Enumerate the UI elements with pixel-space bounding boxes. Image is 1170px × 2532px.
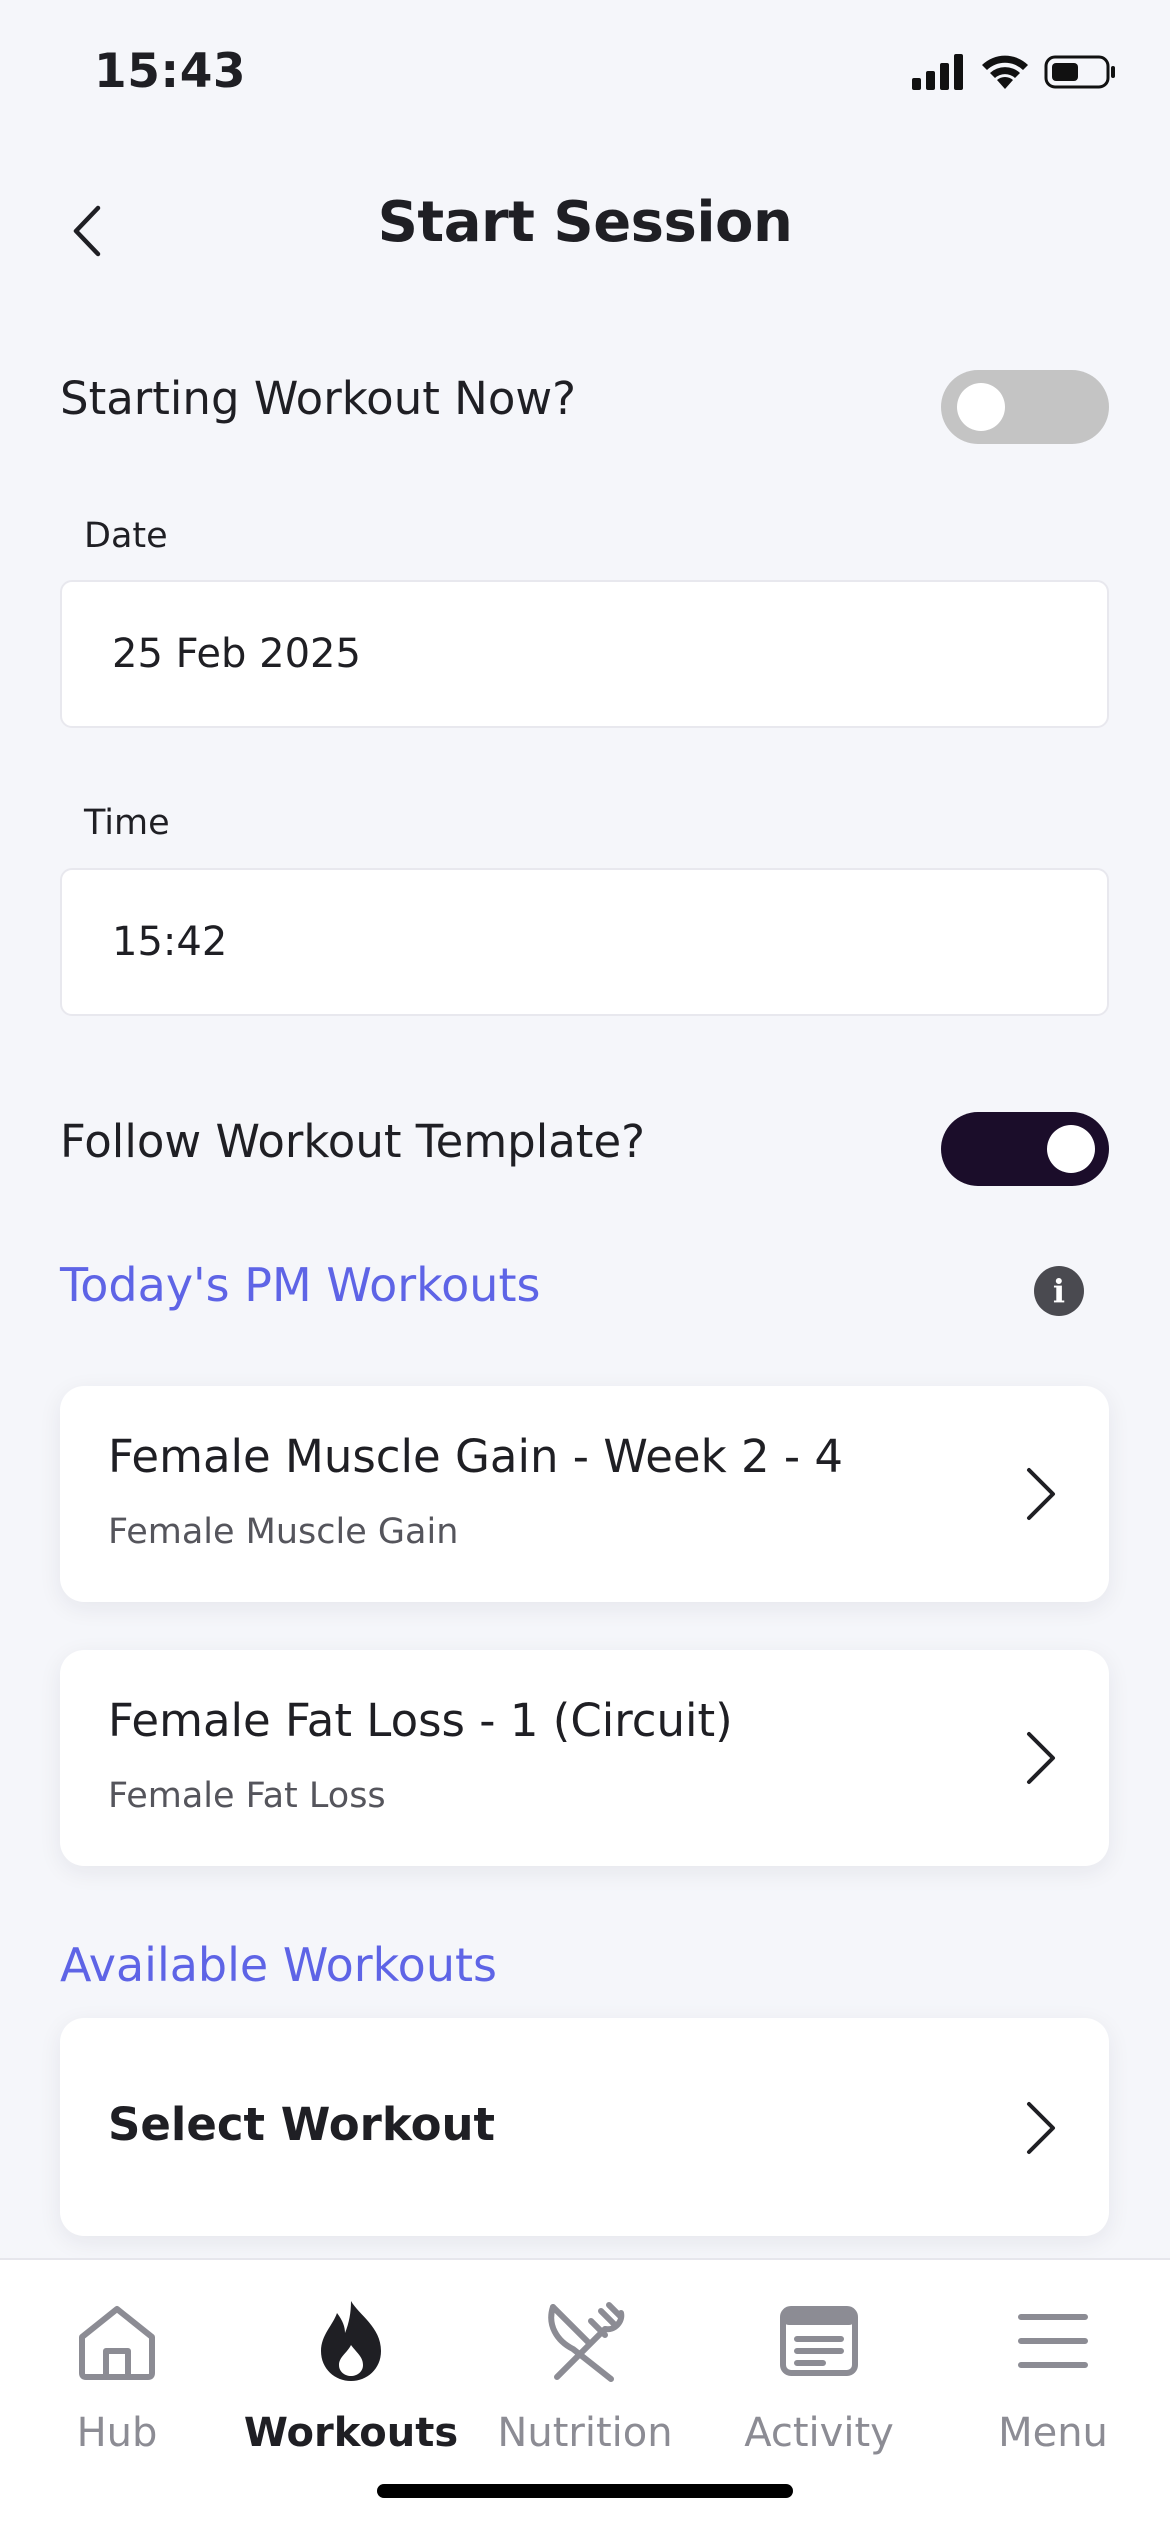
chevron-right-icon (1027, 1468, 1055, 1520)
time-label: Time (84, 803, 170, 843)
tab-workouts[interactable]: Workouts (234, 2260, 468, 2460)
available-workouts-title: Available Workouts (60, 1938, 497, 1992)
workout-card-subtitle: Female Fat Loss (108, 1776, 386, 1816)
flame-icon (306, 2296, 396, 2386)
date-value: 25 Feb 2025 (112, 631, 361, 677)
status-bar-icons (912, 52, 1116, 92)
tab-label: Workouts (243, 2410, 459, 2456)
todays-workouts-title: Today's PM Workouts (60, 1258, 541, 1312)
date-field[interactable]: 25 Feb 2025 (60, 580, 1109, 728)
newspaper-icon (774, 2296, 864, 2386)
time-field[interactable]: 15:42 (60, 868, 1109, 1016)
tab-label: Nutrition (497, 2410, 673, 2456)
home-icon (72, 2296, 162, 2386)
follow-template-toggle[interactable] (941, 1112, 1109, 1186)
starting-now-toggle[interactable] (941, 370, 1109, 444)
status-bar-time: 15:43 (94, 44, 247, 99)
select-workout-label: Select Workout (108, 2098, 496, 2151)
tab-hub[interactable]: Hub (0, 2260, 234, 2460)
starting-now-label: Starting Workout Now? (60, 372, 577, 425)
workout-card[interactable]: Female Muscle Gain - Week 2 - 4 Female M… (60, 1386, 1109, 1602)
chevron-right-icon (1027, 2102, 1055, 2154)
date-label: Date (84, 516, 168, 556)
select-workout-card[interactable]: Select Workout (60, 2018, 1109, 2236)
battery-icon (1044, 55, 1115, 89)
tab-activity[interactable]: Activity (702, 2260, 936, 2460)
workout-card-title: Female Fat Loss - 1 (Circuit) (108, 1694, 733, 1747)
follow-template-label: Follow Workout Template? (60, 1115, 646, 1168)
fork-knife-icon (540, 2296, 630, 2386)
cellular-signal-icon (912, 54, 963, 90)
menu-icon (1008, 2296, 1098, 2386)
home-indicator (377, 2484, 793, 2498)
tab-nutrition[interactable]: Nutrition (468, 2260, 702, 2460)
workout-card-subtitle: Female Muscle Gain (108, 1512, 459, 1552)
info-icon[interactable]: i (1034, 1266, 1084, 1316)
tab-menu[interactable]: Menu (936, 2260, 1170, 2460)
tab-label: Menu (998, 2410, 1108, 2456)
tab-label: Activity (744, 2410, 894, 2456)
time-value: 15:42 (112, 919, 228, 965)
workout-card-title: Female Muscle Gain - Week 2 - 4 (108, 1430, 844, 1483)
tab-label: Hub (76, 2410, 158, 2456)
page-title: Start Session (377, 190, 793, 255)
workout-card[interactable]: Female Fat Loss - 1 (Circuit) Female Fat… (60, 1650, 1109, 1866)
toggle-knob (957, 383, 1005, 431)
chevron-right-icon (1027, 1732, 1055, 1784)
toggle-knob (1047, 1125, 1095, 1173)
wifi-icon (982, 55, 1028, 89)
